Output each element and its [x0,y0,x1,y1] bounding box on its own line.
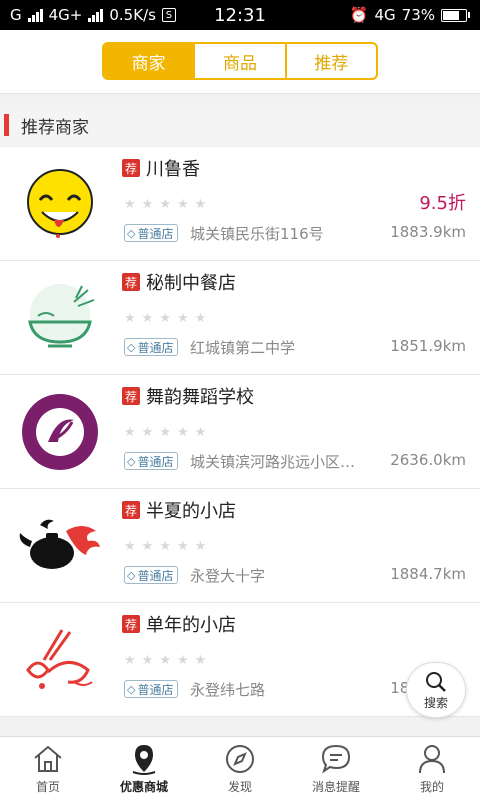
message-icon [321,744,351,774]
carrier-label: G [10,6,22,24]
shop-distance: 1883.9km [390,223,466,241]
nav-home-label: 首页 [35,780,60,794]
bottom-nav: 首页 优惠商城 发现 消息提醒 我的 [0,736,480,800]
nav-discover[interactable]: 发现 [192,737,288,800]
home-icon [34,745,62,772]
teapot-flame-logo [14,505,106,587]
section-title: 推荐商家 [21,117,89,138]
diamond-icon: ◇ [127,454,136,468]
nav-messages[interactable]: 消息提醒 [288,737,384,800]
battery-icon [441,8,470,22]
nav-mall-label: 优惠商城 [119,780,168,794]
section-accent-bar [4,114,9,136]
nav-mall[interactable]: 优惠商城 [96,737,192,800]
shop-name: 单年的小店 [146,615,236,636]
rating-stars: ★ ★ ★ ★ ★ [124,197,207,212]
store-type-badge: ◇ 普通店 [124,680,179,698]
shop-distance: 2636.0km [390,451,466,469]
recommend-tag: 荐 [122,387,140,405]
network-label: 4G+ [48,6,83,24]
recommend-tag: 荐 [122,273,140,291]
list-item[interactable]: 荐 川鲁香 ★ ★ ★ ★ ★ 9.5折 ◇ 普通店 城关镇民乐街116号 1883.9k… [0,147,480,261]
shop-distance: 1884.7km [390,565,466,583]
shop-address: 城关镇滨河路兆远小区… [190,453,356,471]
smiley-logo [14,163,106,245]
compass-icon [226,745,254,773]
store-type-badge: ◇ 普通店 [124,566,179,584]
nav-discover-label: 发现 [227,780,252,794]
battery-percent: 73% [401,6,435,24]
segmented-tabs: 商家 商品 推荐 [102,42,378,80]
chopsticks-logo [14,619,106,701]
shop-name: 半夏的小店 [146,501,236,522]
signal-icon [27,8,43,22]
tab-products[interactable]: 商品 [195,44,287,78]
rating-stars: ★ ★ ★ ★ ★ [124,653,207,668]
store-type-badge: ◇ 普通店 [124,338,179,356]
nav-messages-label: 消息提醒 [311,780,360,794]
status-bar: G 4G+ 0.5K/s S 12:31 ⏰ 4G 73% [0,0,480,30]
discount-label: 9.5折 [419,193,466,214]
diamond-icon: ◇ [127,226,136,240]
store-type-badge: ◇ 普通店 [124,452,179,470]
shop-name: 川鲁香 [146,159,200,180]
recommend-tag: 荐 [122,501,140,519]
shop-name: 舞韵舞蹈学校 [146,387,254,408]
nav-profile-label: 我的 [419,780,444,794]
shop-list: 荐 川鲁香 ★ ★ ★ ★ ★ 9.5折 ◇ 普通店 城关镇民乐街116号 1883.9k… [0,147,480,717]
signal-icon-2 [88,8,104,22]
diamond-icon: ◇ [127,340,136,354]
recommend-tag: 荐 [122,159,140,177]
shop-address: 永登大十字 [190,567,266,585]
top-bar: 商家 商品 推荐 [0,30,480,94]
diamond-icon: ◇ [127,682,136,696]
app-notification-icon: S [161,8,176,22]
search-button[interactable]: 搜索 [406,662,466,718]
bowl-bamboo-logo [14,277,106,359]
diamond-icon: ◇ [127,568,136,582]
dance-school-logo [14,391,106,473]
search-icon [426,671,446,692]
list-item[interactable]: 荐 半夏的小店 ★ ★ ★ ★ ★ ◇ 普通店 永登大十字 1884.7km [0,489,480,603]
store-type-badge: ◇ 普通店 [124,224,179,242]
rating-stars: ★ ★ ★ ★ ★ [124,311,207,326]
nav-home[interactable]: 首页 [0,737,96,800]
alarm-icon: ⏰ [349,6,369,24]
shop-address: 永登纬七路 [190,681,266,699]
list-item[interactable]: 荐 秘制中餐店 ★ ★ ★ ★ ★ ◇ 普通店 红城镇第二中学 1851.9km [0,261,480,375]
shop-address: 城关镇民乐街116号 [190,225,324,243]
rating-stars: ★ ★ ★ ★ ★ [124,539,207,554]
network-speed: 0.5K/s [109,6,156,24]
search-label: 搜索 [423,695,448,710]
tab-merchants[interactable]: 商家 [104,44,196,78]
shop-address: 红城镇第二中学 [190,339,296,357]
tab-recommended[interactable]: 推荐 [287,44,376,78]
recommend-tag: 荐 [122,615,140,633]
shop-name: 秘制中餐店 [146,273,236,294]
section-header: 推荐商家 [0,104,480,146]
shop-distance: 1851.9km [390,337,466,355]
network-label-2: 4G [374,6,396,24]
rating-stars: ★ ★ ★ ★ ★ [124,425,207,440]
list-item[interactable]: 荐 舞韵舞蹈学校 ★ ★ ★ ★ ★ ◇ 普通店 城关镇滨河路兆远小区… 2636.0km [0,375,480,489]
nav-profile[interactable]: 我的 [384,737,480,800]
user-icon [419,745,445,774]
map-pin-icon [132,745,156,775]
